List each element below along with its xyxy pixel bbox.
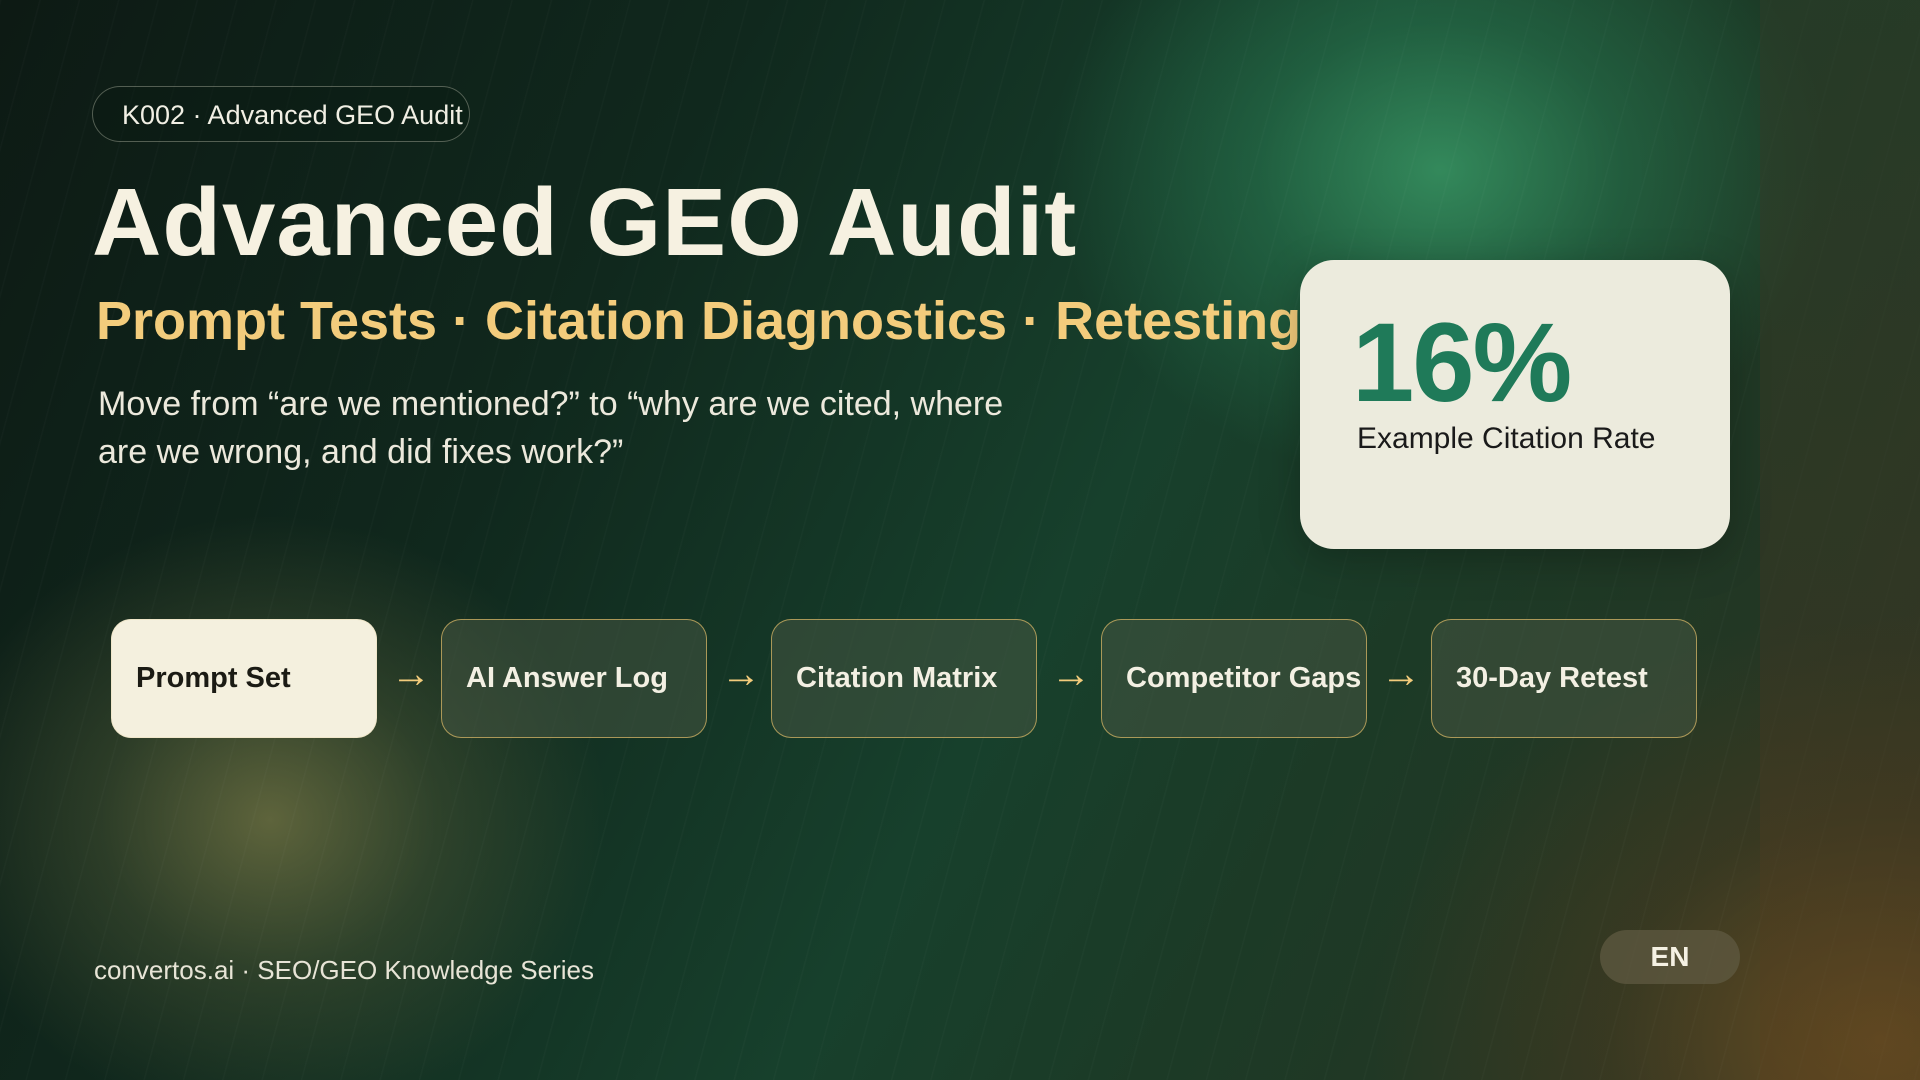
page-description: Move from “are we mentioned?” to “why ar… — [98, 385, 1004, 471]
flow-step-prompt-set: Prompt Set — [111, 619, 377, 738]
stat-label: Example Citation Rate — [1357, 422, 1656, 455]
arrow-right-icon: → — [721, 652, 761, 696]
language-toggle-button[interactable]: EN — [1600, 930, 1740, 984]
stat-value: 16% — [1352, 300, 1572, 425]
flow-step-ai-answer-log: AI Answer Log — [441, 619, 707, 738]
page-subtitle: Prompt Tests · Citation Diagnostics · Re… — [96, 291, 1476, 351]
flow-step-citation-matrix: Citation Matrix — [771, 619, 1037, 738]
footer-text: convertos.ai · SEO/GEO Knowledge Series — [94, 955, 595, 985]
right-edge-band — [1760, 0, 1920, 1080]
flow-step-competitor-gaps: Competitor Gaps — [1101, 619, 1367, 738]
series-badge: K002 · Advanced GEO Audit — [92, 86, 470, 142]
arrow-right-icon: → — [391, 652, 431, 696]
stat-card: 16% Example Citation Rate — [1300, 260, 1730, 549]
arrow-right-icon: → — [1051, 652, 1091, 696]
process-flow: Prompt Set → AI Answer Log → Citation Ma… — [111, 619, 1761, 739]
flow-step-30-day-retest: 30-Day Retest — [1431, 619, 1697, 738]
arrow-right-icon: → — [1381, 652, 1421, 696]
page-title: Advanced GEO Audit — [92, 169, 1078, 276]
